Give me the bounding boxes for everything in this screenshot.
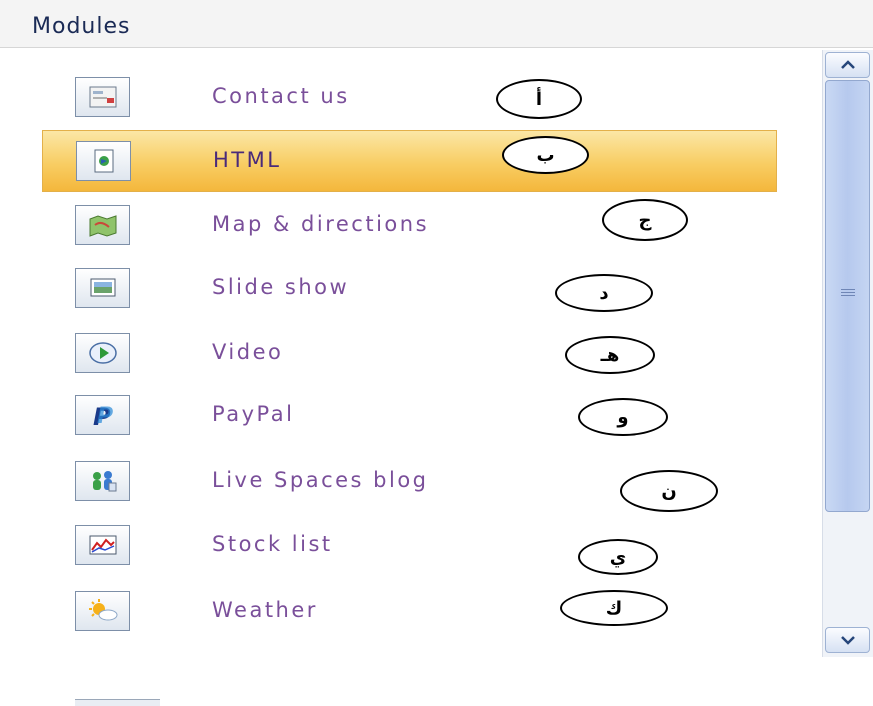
module-label: Slide show: [212, 275, 350, 299]
module-item-html[interactable]: HTML: [42, 130, 777, 192]
annotation-marker: هـ: [565, 336, 655, 374]
annotation-marker: و: [578, 398, 668, 436]
annotation-marker: ن: [620, 470, 718, 512]
grip-icon: [841, 289, 855, 299]
weather-sun-cloud-icon: [75, 591, 130, 631]
html-document-icon: [76, 141, 131, 181]
modules-list: Contact us أ HTML ب Map & directions ج S…: [0, 48, 820, 706]
annotation-marker: ك: [560, 590, 668, 626]
module-item-stock-list[interactable]: Stock list: [42, 515, 777, 577]
annotation-marker: ي: [578, 539, 658, 575]
module-label: Contact us: [212, 84, 350, 108]
scroll-down-button[interactable]: [825, 627, 870, 653]
contact-card-icon: [75, 77, 130, 117]
module-item-slide-show[interactable]: Slide show: [42, 258, 777, 320]
svg-text:P: P: [97, 404, 113, 429]
module-label: Weather: [212, 598, 318, 622]
chevron-down-icon: [840, 636, 855, 645]
module-label: Stock list: [212, 532, 333, 556]
scroll-up-button[interactable]: [825, 52, 870, 78]
live-spaces-blog-icon: [75, 461, 130, 501]
module-label: HTML: [213, 148, 282, 172]
module-item-weather[interactable]: Weather: [42, 581, 777, 643]
stock-chart-icon: [75, 525, 130, 565]
annotation-marker: د: [555, 274, 653, 312]
annotation-marker: ج: [602, 199, 688, 241]
module-label: Video: [212, 340, 284, 364]
module-label: PayPal: [212, 402, 295, 426]
video-play-icon: [75, 333, 130, 373]
annotation-marker: أ: [496, 79, 582, 119]
module-item-video[interactable]: Video: [42, 323, 777, 385]
module-item-contact-us[interactable]: Contact us: [42, 67, 777, 129]
header-title: Modules: [32, 14, 131, 39]
chevron-up-icon: [840, 60, 855, 69]
scroll-thumb[interactable]: [825, 80, 870, 512]
map-icon: [75, 205, 130, 245]
slideshow-icon: [75, 268, 130, 308]
paypal-icon: PP: [75, 395, 130, 435]
module-label: Map & directions: [212, 212, 430, 236]
module-label: Live Spaces blog: [212, 468, 429, 492]
vertical-scrollbar[interactable]: [822, 50, 873, 657]
partial-module-item: [75, 699, 160, 706]
annotation-marker: ب: [502, 136, 589, 174]
modules-header: Modules: [0, 0, 873, 48]
